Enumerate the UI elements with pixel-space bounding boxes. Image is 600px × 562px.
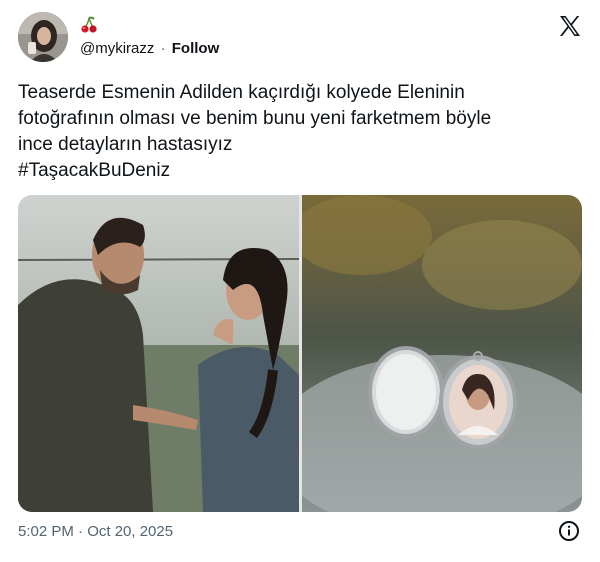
photo-locket[interactable] bbox=[272, 195, 582, 512]
tweet-text: Teaserde Esmenin Adilden kaçırdığı kolye… bbox=[18, 82, 492, 181]
avatar[interactable] bbox=[18, 12, 68, 62]
x-logo-icon[interactable] bbox=[558, 14, 582, 38]
media-grid[interactable] bbox=[18, 195, 582, 512]
user-handle-row: @mykirazz · Follow bbox=[80, 40, 219, 57]
info-icon[interactable] bbox=[558, 520, 580, 542]
separator-dot: · bbox=[160, 40, 166, 57]
follow-button[interactable]: Follow bbox=[172, 40, 220, 57]
tweet-timestamp[interactable]: 5:02 PM · Oct 20, 2025 bbox=[18, 523, 173, 540]
photo-couple[interactable] bbox=[18, 195, 300, 512]
user-handle[interactable]: @mykirazz bbox=[80, 40, 154, 57]
cherry-icon bbox=[80, 16, 98, 34]
